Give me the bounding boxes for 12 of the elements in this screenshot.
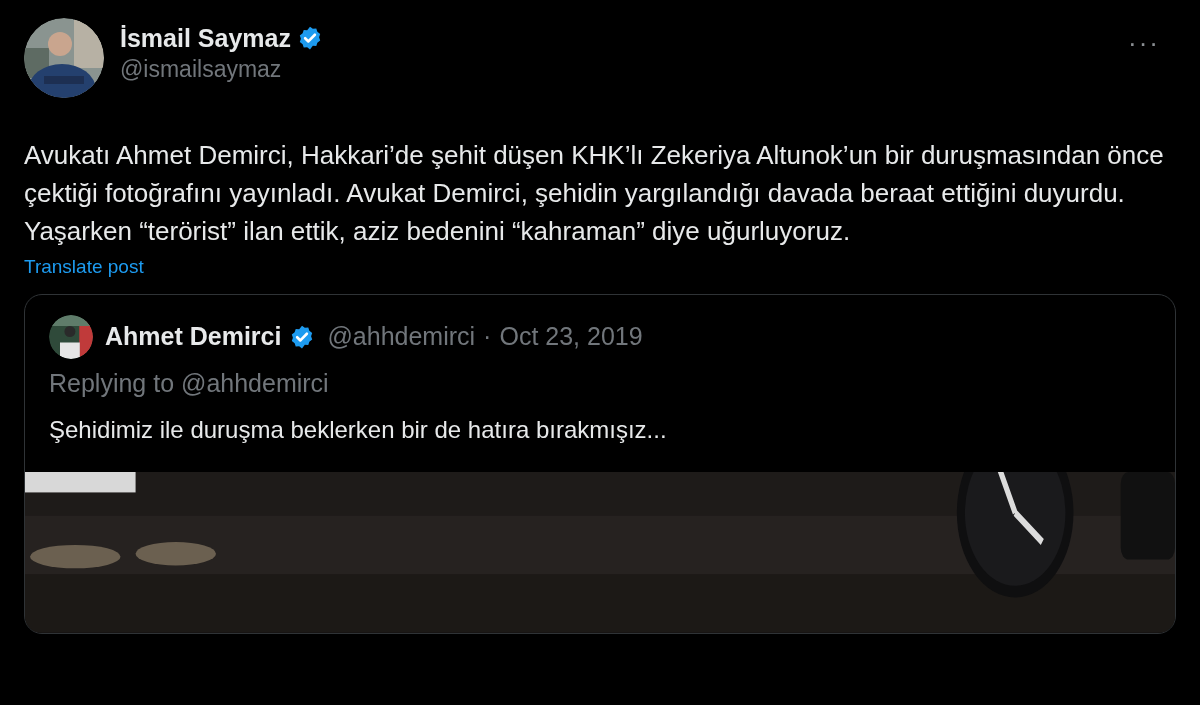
translate-link[interactable]: Translate post [24,253,144,282]
quoted-post-card[interactable]: Ahmet Demirci @ahhdemirci · Oct 23, 2019 Replying to @ahhdemirci Şehidimiz ile duruşma beklerken bir de hatıra bırakmışız... [24,293,1176,634]
separator: · [483,320,492,352]
quoted-author-name: Ahmet Demirci [105,320,282,352]
quoted-date: Oct 23, 2019 [499,320,643,352]
author-handle[interactable]: @ismailsaymaz [120,54,323,84]
more-button[interactable]: ··· [1128,30,1160,56]
quoted-text: Şehidimiz ile duruşma beklerken bir de hatıra bırakmışız... [48,415,668,445]
quoted-handle: @ahhdemirci [327,320,476,352]
author-name[interactable]: İsmail Saymaz [120,22,291,54]
replying-to: Replying to @ahhdemirci [48,367,330,399]
post-text: Avukatı Ahmet Demirci, Hakkari’de şehit düşen KHK’lı Zekeriya Altunok’un bir duruşmasından önce çektiği fotoğrafını yayınladı. Avukat Demirci, şehidin yargılandığı davada beraat ettiğini duyurdu. Yaşarken “terörist” ilan ettik, aziz bedenini “kahraman” diye uğurluyoruz. [24,139,1165,248]
